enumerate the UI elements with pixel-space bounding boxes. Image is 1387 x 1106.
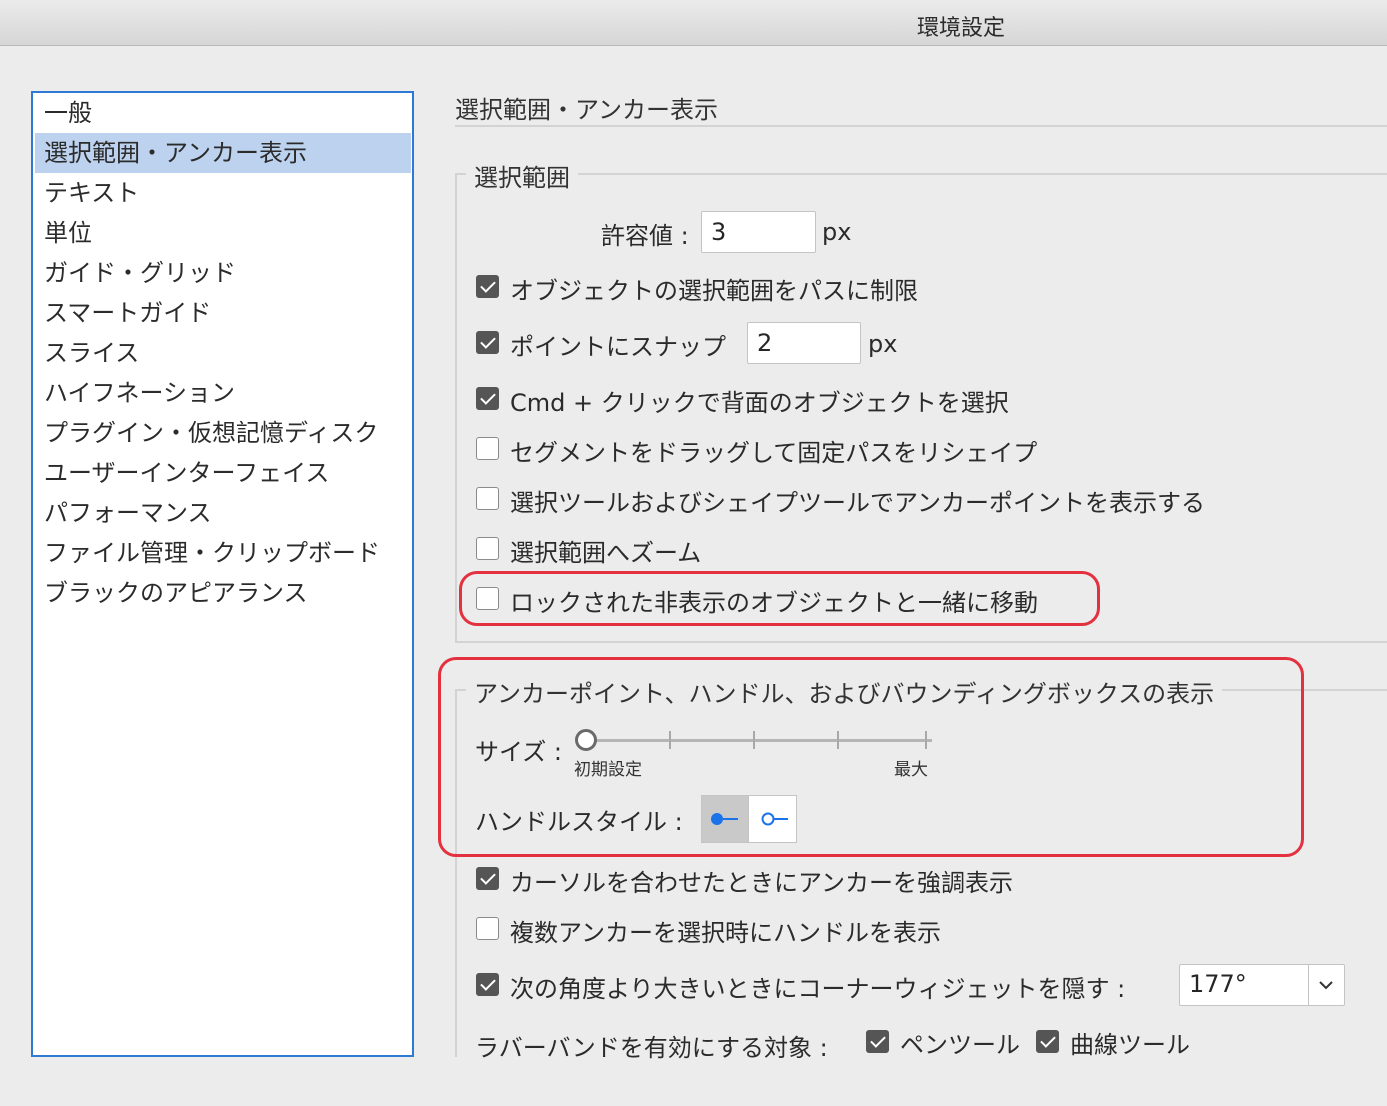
selection-group-legend: 選択範囲	[466, 158, 578, 193]
sidebar-item-selection-anchor[interactable]: 選択範囲・アンカー表示	[35, 133, 411, 173]
size-slider-knob[interactable]	[575, 729, 597, 751]
anchor-group-legend: アンカーポイント、ハンドル、およびバウンディングボックスの表示	[466, 674, 1223, 709]
show-handles-multi-checkbox[interactable]	[476, 917, 499, 940]
pen-tool-label: ペンツール	[900, 1031, 1020, 1059]
size-slider-tick	[837, 731, 839, 749]
sidebar-item-plugins-scratch-disks[interactable]: プラグイン・仮想記憶ディスク	[35, 413, 411, 453]
chevron-down-icon	[1319, 981, 1333, 990]
sidebar-item-smart-guides[interactable]: スマートガイド	[35, 293, 411, 333]
snap-distance-input[interactable]: 2	[747, 322, 861, 364]
sidebar-item-units[interactable]: 単位	[35, 213, 411, 253]
size-max-label: 最大	[894, 760, 928, 780]
cmd-click-checkbox[interactable]	[476, 387, 499, 410]
solid-handle-icon	[711, 813, 738, 825]
move-locked-hidden-checkbox[interactable]	[476, 587, 499, 610]
sidebar-item-file-handling[interactable]: ファイル管理・クリップボード	[35, 533, 411, 573]
restrict-to-paths-label: オブジェクトの選択範囲をパスに制限	[510, 277, 918, 305]
show-handles-multi-label: 複数アンカーを選択時にハンドルを表示	[510, 919, 942, 947]
sidebar-item-performance[interactable]: パフォーマンス	[35, 493, 411, 533]
group-border	[455, 857, 457, 1057]
rubber-band-label: ラバーバンドを有効にする対象 :	[475, 1034, 828, 1062]
sidebar-item-slices[interactable]: スライス	[35, 333, 411, 373]
size-slider-track[interactable]	[578, 739, 932, 742]
size-min-label: 初期設定	[574, 760, 642, 780]
sidebar-item-text[interactable]: テキスト	[35, 173, 411, 213]
hide-corner-widget-checkbox[interactable]	[476, 973, 499, 996]
tolerance-input[interactable]: 3	[701, 211, 816, 253]
drag-segment-checkbox[interactable]	[476, 437, 499, 460]
category-list[interactable]: 一般 選択範囲・アンカー表示 テキスト 単位 ガイド・グリッド スマートガイド …	[31, 91, 414, 1057]
snap-to-point-checkbox[interactable]	[476, 331, 499, 354]
curvature-tool-label: 曲線ツール	[1070, 1031, 1190, 1059]
corner-angle-dropdown-button[interactable]	[1308, 965, 1344, 1005]
size-label: サイズ :	[475, 738, 562, 766]
title-bar: 環境設定	[0, 0, 1387, 46]
tolerance-unit: px	[822, 218, 852, 246]
corner-angle-select[interactable]: 177°	[1179, 964, 1345, 1006]
snap-to-point-label: ポイントにスナップ	[510, 333, 726, 361]
move-locked-hidden-label: ロックされた非表示のオブジェクトと一緒に移動	[510, 589, 1038, 617]
page-title: 選択範囲・アンカー表示	[455, 96, 719, 124]
snap-distance-unit: px	[868, 330, 898, 358]
highlight-anchor-checkbox[interactable]	[476, 867, 499, 890]
handle-style-hollow-button[interactable]	[748, 795, 797, 843]
zoom-to-selection-label: 選択範囲へズーム	[510, 539, 702, 567]
sidebar-item-general[interactable]: 一般	[35, 93, 411, 133]
highlight-anchor-label: カーソルを合わせたときにアンカーを強調表示	[510, 869, 1014, 897]
corner-angle-value: 177°	[1189, 970, 1247, 998]
handle-style-solid-button[interactable]	[701, 795, 749, 843]
size-slider-tick	[669, 731, 671, 749]
hide-corner-widget-label: 次の角度より大きいときにコーナーウィジェットを隠す :	[510, 975, 1126, 1003]
zoom-to-selection-checkbox[interactable]	[476, 537, 499, 560]
size-slider-tick	[753, 731, 755, 749]
window-title: 環境設定	[916, 16, 1005, 41]
curvature-tool-checkbox[interactable]	[1036, 1030, 1059, 1053]
show-anchor-points-checkbox[interactable]	[476, 487, 499, 510]
pen-tool-checkbox[interactable]	[866, 1030, 889, 1053]
sidebar-item-guides-grid[interactable]: ガイド・グリッド	[35, 253, 411, 293]
sidebar-item-hyphenation[interactable]: ハイフネーション	[35, 373, 411, 413]
handle-style-label: ハンドルスタイル :	[475, 808, 683, 836]
size-slider-tick	[925, 731, 927, 749]
show-anchor-points-label: 選択ツールおよびシェイプツールでアンカーポイントを表示する	[510, 489, 1206, 517]
title-divider	[455, 125, 1387, 127]
tolerance-label: 許容値 :	[601, 222, 689, 250]
hollow-handle-icon	[761, 812, 788, 826]
sidebar-item-user-interface[interactable]: ユーザーインターフェイス	[35, 453, 411, 493]
restrict-to-paths-checkbox[interactable]	[476, 275, 499, 298]
drag-segment-label: セグメントをドラッグして固定パスをリシェイプ	[510, 439, 1038, 467]
sidebar-item-black-appearance[interactable]: ブラックのアピアランス	[35, 573, 411, 613]
cmd-click-label: Cmd + クリックで背面のオブジェクトを選択	[510, 389, 1009, 417]
